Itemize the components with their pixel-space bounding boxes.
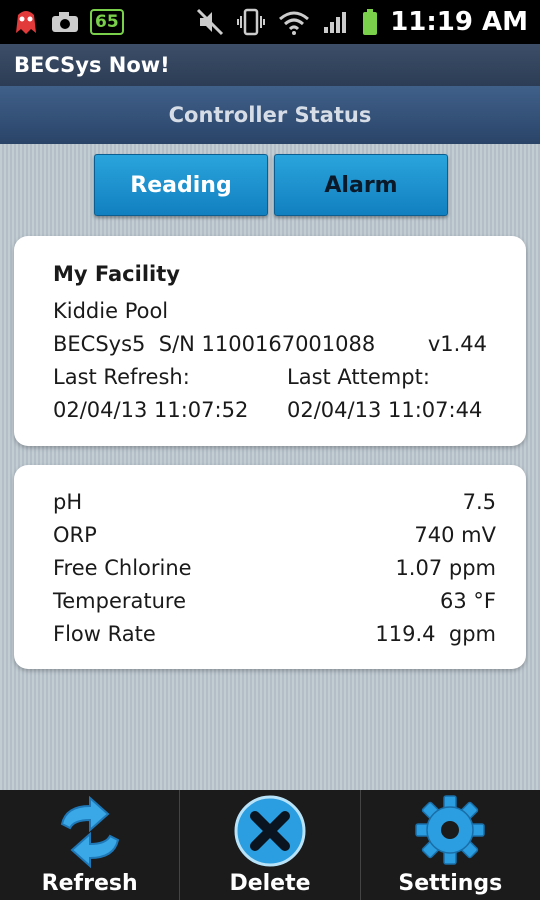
refresh-label: Refresh (41, 871, 138, 896)
status-right: 11:19 AM (196, 7, 540, 37)
reading-label: Temperature (53, 589, 187, 613)
tab-row: Reading Alarm (94, 154, 448, 216)
screen-title-bar: Controller Status (0, 86, 540, 144)
status-left: 65 (0, 7, 124, 37)
battery-badge: 65 (90, 9, 124, 35)
delete-icon (234, 795, 306, 867)
battery-icon (363, 9, 378, 35)
refresh-icon (60, 795, 119, 869)
last-refresh-value: 02/04/13 11:07:52 (53, 398, 249, 422)
pool-name: Kiddie Pool (53, 299, 169, 323)
reading-row-flow-rate: Flow Rate 119.4 gpm (53, 622, 496, 646)
status-bar: 65 11:19 AM (0, 0, 540, 44)
reading-value: 119.4 gpm (375, 622, 496, 646)
readings-card: pH 7.5 ORP 740 mV Free Chlorine 1.07 ppm… (14, 465, 526, 669)
firmware-version: v1.44 (427, 332, 487, 356)
reading-label: pH (53, 490, 83, 514)
reading-row-orp: ORP 740 mV (53, 523, 496, 547)
signal-icon (324, 12, 347, 33)
device-row: BECSys5 S/N 1100167001088 v1.44 (53, 332, 487, 356)
reading-row-free-chlorine: Free Chlorine 1.07 ppm (53, 556, 496, 580)
app-title: BECSys Now! (14, 53, 170, 77)
reading-label: ORP (53, 523, 97, 547)
refresh-button[interactable]: Refresh (0, 790, 181, 900)
wifi-icon (279, 11, 310, 35)
reading-row-temperature: Temperature 63 °F (53, 589, 496, 613)
reading-value: 740 mV (414, 523, 496, 547)
reading-row-ph: pH 7.5 (53, 490, 496, 514)
delete-button[interactable]: Delete (180, 790, 361, 900)
screen-title: Controller Status (168, 103, 372, 127)
refresh-labels-row: Last Refresh: Last Attempt: (53, 365, 487, 389)
mute-icon (197, 8, 224, 36)
tab-alarm[interactable]: Alarm (274, 154, 448, 216)
pool-name-row: Kiddie Pool (53, 299, 487, 323)
facility-card: My Facility Kiddie Pool BECSys5 S/N 1100… (14, 236, 526, 446)
reading-label: Flow Rate (53, 622, 156, 646)
settings-button[interactable]: Settings (361, 790, 540, 900)
status-time: 11:19 AM (390, 7, 528, 37)
reading-label: Free Chlorine (53, 556, 192, 580)
refresh-values-row: 02/04/13 11:07:52 02/04/13 11:07:44 (53, 398, 487, 422)
reading-value: 7.5 (462, 490, 496, 514)
settings-gear-icon (415, 795, 486, 865)
facility-name: My Facility (53, 262, 180, 286)
tab-reading[interactable]: Reading (94, 154, 268, 216)
last-attempt-value: 02/04/13 11:07:44 (287, 398, 483, 422)
reading-value: 63 °F (440, 589, 496, 613)
reading-value: 1.07 ppm (395, 556, 496, 580)
last-attempt-label: Last Attempt: (287, 365, 430, 389)
bottom-action-bar: Refresh Delete Settings (0, 790, 540, 900)
vibrate-icon (237, 8, 266, 36)
camera-icon (52, 12, 78, 32)
facility-name-row: My Facility (53, 262, 487, 286)
settings-label: Settings (398, 871, 503, 896)
last-refresh-label: Last Refresh: (53, 365, 190, 389)
app-title-bar: BECSys Now! (0, 44, 540, 86)
device-serial: BECSys5 S/N 1100167001088 (53, 332, 376, 356)
delete-label: Delete (229, 871, 311, 896)
app-notification-icon (16, 11, 36, 34)
